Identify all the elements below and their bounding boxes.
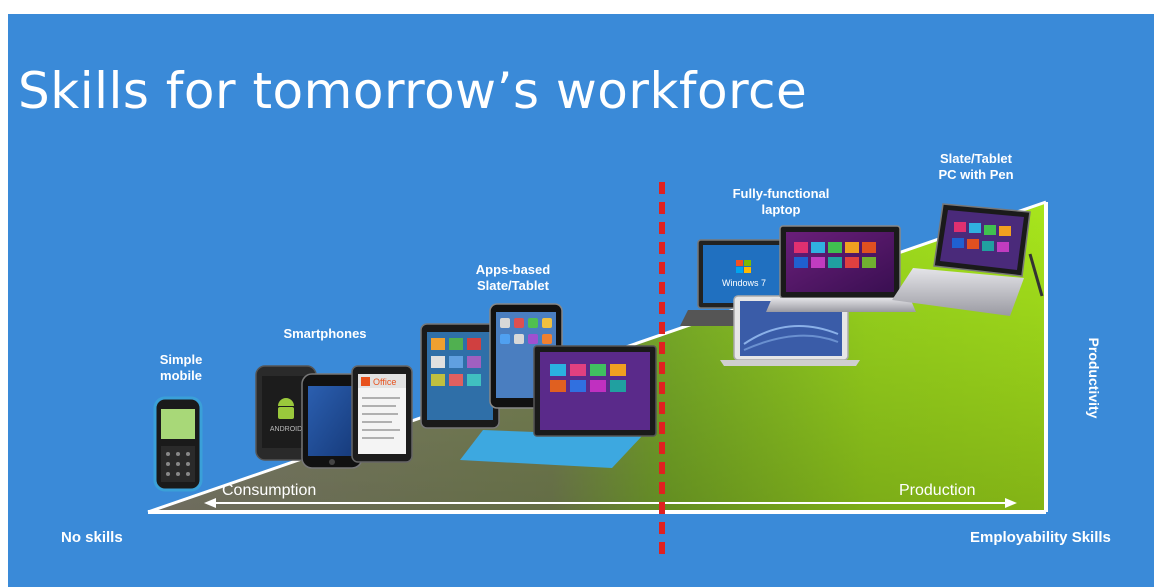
label-apps-tablet: Apps-based Slate/Tablet — [475, 262, 551, 293]
windows7-logo-text: Windows 7 — [722, 278, 766, 288]
office-logo-text: Office — [373, 377, 396, 387]
slide-title: Skills for tomorrow’s workforce — [18, 62, 808, 120]
tablet-icon — [420, 323, 500, 429]
label-laptop: Fully-functional laptop — [732, 186, 830, 217]
android-brand-text: ANDROID — [270, 426, 302, 433]
simple-phone-icon — [153, 396, 203, 492]
label-productivity: Productivity — [1086, 337, 1102, 419]
label-consumption: Consumption — [222, 482, 317, 499]
label-production: Production — [899, 482, 976, 499]
label-no-skills: No skills — [61, 529, 123, 546]
slide: ANDROID Office Windows 7 Skills for tomo… — [8, 14, 1154, 587]
label-pen-tablet: Slate/Tablet PC with Pen — [938, 151, 1014, 182]
label-smartphones: Smartphones — [283, 326, 367, 341]
label-employability-skills: Employability Skills — [970, 529, 1111, 546]
office-phone-icon: Office — [351, 365, 413, 463]
label-simple-mobile: Simple mobile — [159, 352, 203, 383]
